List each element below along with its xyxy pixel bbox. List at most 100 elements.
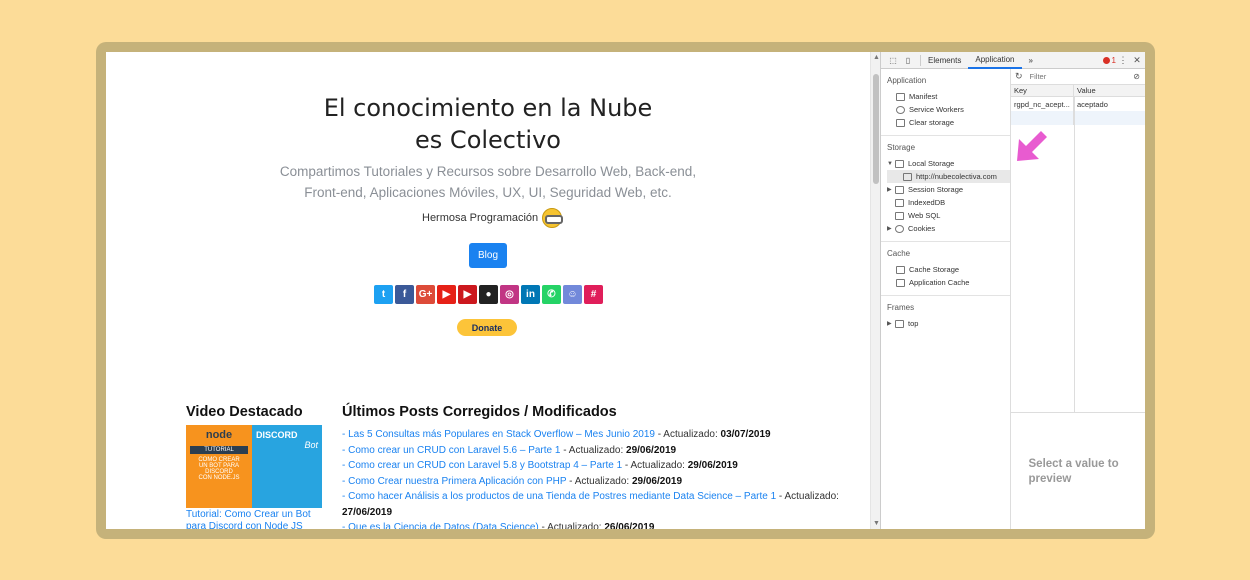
tab-application[interactable]: Application: [968, 52, 1022, 69]
video-thumbnail[interactable]: node TUTORIAL COMO CREAR UN BOT PARA DIS…: [186, 425, 322, 508]
post-item: - Las 5 Consultas más Populares en Stack…: [342, 427, 862, 443]
inspect-element-icon[interactable]: ⬚: [887, 55, 899, 65]
post-item: - Como Crear nuestra Primera Aplicación …: [342, 474, 862, 490]
post-item: - Como crear un CRUD con Laravel 5.8 y B…: [342, 458, 862, 474]
discord-icon[interactable]: ☺: [563, 285, 582, 304]
kebab-menu-icon[interactable]: ⋮: [1116, 55, 1130, 66]
close-icon[interactable]: ✕: [1130, 55, 1144, 66]
sidebar-item-manifest[interactable]: Manifest: [887, 90, 1010, 103]
table-row[interactable]: rgpd_nc_acept... aceptado: [1011, 97, 1145, 111]
sidebar-item-label: Local Storage: [908, 159, 955, 168]
sidebar-item-label: Cache Storage: [909, 265, 960, 274]
post-link[interactable]: Las 5 Consultas más Populares en Stack O…: [348, 429, 655, 440]
youtube-alt-icon[interactable]: ▶: [458, 285, 477, 304]
youtube-icon[interactable]: ▶: [437, 285, 456, 304]
frames-group: Frames ▶ top: [881, 296, 1010, 336]
frame-icon: [895, 319, 904, 328]
browser-window: El conocimiento en la Nube es Colectivo …: [106, 52, 1145, 529]
cell-value: aceptado: [1077, 99, 1108, 109]
video-thumbnail-node: node TUTORIAL COMO CREAR UN BOT PARA DIS…: [186, 425, 252, 508]
hero-subtitle: Compartimos Tutoriales y Recursos sobre …: [106, 161, 870, 203]
tab-elements[interactable]: Elements: [921, 52, 968, 69]
table-row-empty[interactable]: [1011, 111, 1145, 125]
filter-input[interactable]: [1029, 72, 1100, 81]
cell-key: rgpd_nc_acept...: [1011, 97, 1074, 111]
sidebar-item-indexeddb[interactable]: IndexedDB: [887, 196, 1010, 209]
post-item: - Como crear un CRUD con Laravel 5.6 – P…: [342, 443, 862, 459]
whatsapp-icon[interactable]: ✆: [542, 285, 561, 304]
blog-button[interactable]: Blog: [469, 243, 507, 268]
video-heading: Video Destacado: [186, 404, 303, 420]
scroll-down-icon[interactable]: ▼: [873, 520, 880, 527]
group-header-application: Application: [887, 76, 927, 85]
column-header-value[interactable]: Value: [1074, 85, 1096, 96]
value-preview: Select a value to preview: [1011, 414, 1145, 529]
hero-subtitle-line-1: Compartimos Tutoriales y Recursos sobre …: [279, 164, 697, 179]
grid-icon: [895, 185, 904, 194]
post-link[interactable]: Como hacer Análisis a los productos de u…: [348, 491, 776, 502]
device-toolbar-icon[interactable]: ▯: [902, 55, 914, 65]
github-icon[interactable]: ●: [479, 285, 498, 304]
posts-heading: Últimos Posts Corregidos / Modificados: [342, 404, 617, 420]
grid-icon: [896, 278, 905, 287]
database-icon: [895, 211, 904, 220]
instagram-icon[interactable]: ◎: [500, 285, 519, 304]
donate-button[interactable]: Donate: [457, 319, 517, 336]
slack-icon[interactable]: #: [584, 285, 603, 304]
google-plus-icon[interactable]: G+: [416, 285, 435, 304]
post-link[interactable]: Como crear un CRUD con Laravel 5.6 – Par…: [348, 445, 560, 456]
file-icon: [896, 92, 905, 101]
sidebar-item-cookies[interactable]: ▶ Cookies: [887, 222, 1010, 235]
sidebar-item-web-sql[interactable]: Web SQL: [887, 209, 1010, 222]
post-link[interactable]: Que es la Ciencia de Datos (Data Science…: [348, 522, 539, 529]
grid-icon: [903, 172, 912, 181]
sidebar-item-label: Manifest: [909, 92, 938, 101]
hero-title-line-1: El conocimiento en la Nube: [323, 94, 653, 122]
group-header-storage: Storage: [887, 143, 916, 152]
pointer-arrow-icon: [1017, 131, 1047, 161]
sidebar-item-service-workers[interactable]: Service Workers: [887, 103, 1010, 116]
scroll-up-icon[interactable]: ▲: [873, 54, 880, 61]
post-link[interactable]: Como crear un CRUD con Laravel 5.8 y Boo…: [348, 460, 622, 471]
post-updated-label: - Actualizado:: [566, 475, 632, 487]
collapsed-triangle-icon: ▶: [887, 321, 892, 327]
bot-label: Bot: [304, 440, 318, 450]
clear-all-icon[interactable]: ⊘: [1133, 72, 1140, 81]
sidebar-item-local-storage-origin[interactable]: http://nubecolectiva.com: [887, 170, 1010, 183]
error-count-badge[interactable]: 1: [1103, 56, 1116, 65]
grid-icon: [896, 265, 905, 274]
group-header-cache: Cache: [887, 249, 911, 258]
sidebar-item-label: Application Cache: [909, 278, 970, 287]
video-caption-link[interactable]: Tutorial: Como Crear un Bot para Discord…: [186, 509, 326, 529]
post-updated-label: - Actualizado:: [622, 460, 688, 471]
sidebar-item-frame-top[interactable]: ▶ top: [887, 317, 1010, 330]
more-tabs-icon[interactable]: »: [1022, 52, 1040, 69]
database-icon: [895, 198, 904, 207]
facebook-icon[interactable]: f: [395, 285, 414, 304]
sidebar-item-application-cache[interactable]: Application Cache: [887, 276, 1010, 289]
twitter-icon[interactable]: t: [374, 285, 393, 304]
collapsed-triangle-icon: ▶: [887, 187, 892, 193]
post-updated-label: - Actualizado:: [654, 429, 721, 440]
gear-icon: [896, 105, 905, 114]
devtools-toolbar: ⬚ ▯ Elements Application » 1 ⋮ ✕: [881, 52, 1145, 69]
sidebar-item-label: IndexedDB: [908, 198, 946, 207]
social-links: t f G+ ▶ ▶ ● ◎ in ✆ ☺ #: [374, 285, 603, 304]
sidebar-item-clear-storage[interactable]: Clear storage: [887, 116, 1010, 129]
storage-toolbar: ↻ ⊘: [1011, 69, 1145, 85]
post-link[interactable]: Como Crear nuestra Primera Aplicación co…: [348, 476, 566, 487]
node-logo: node: [205, 429, 233, 441]
group-header-frames: Frames: [887, 303, 915, 312]
refresh-icon[interactable]: ↻: [1015, 71, 1023, 82]
sidebar-item-local-storage[interactable]: ▼ Local Storage: [887, 157, 1010, 170]
application-sidebar: Application Manifest Service Workers Cle…: [881, 69, 1011, 529]
page-scrollbar[interactable]: ▲ ▼: [870, 52, 880, 529]
sidebar-item-session-storage[interactable]: ▶ Session Storage: [887, 183, 1010, 196]
scrollbar-thumb[interactable]: [873, 74, 879, 184]
sidebar-item-label: Cookies: [908, 224, 936, 233]
column-header-key[interactable]: Key: [1011, 85, 1074, 96]
tutorial-badge: TUTORIAL: [190, 446, 248, 454]
linkedin-icon[interactable]: in: [521, 285, 540, 304]
storage-group: Storage ▼ Local Storage http://nubecolect…: [881, 136, 1010, 242]
sidebar-item-cache-storage[interactable]: Cache Storage: [887, 263, 1010, 276]
